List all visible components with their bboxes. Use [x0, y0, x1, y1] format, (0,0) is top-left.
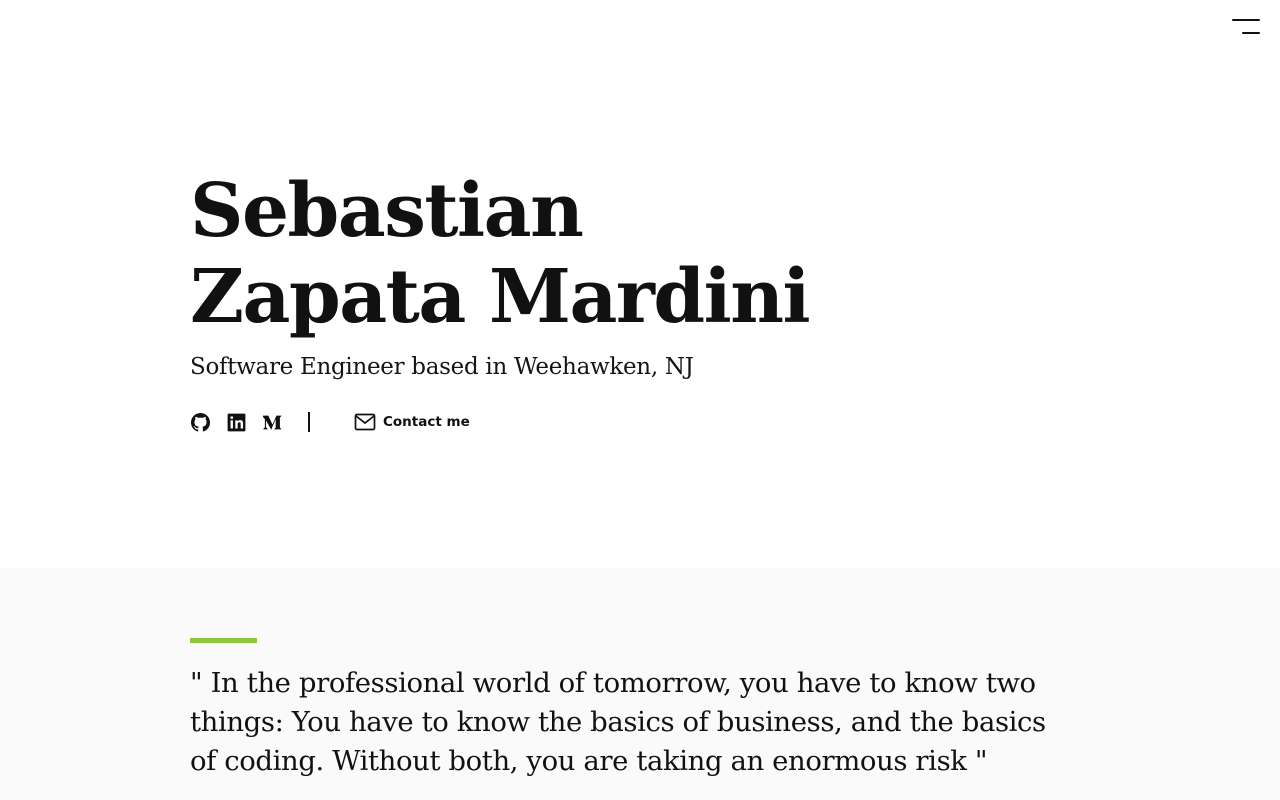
- quote-accent-line: [190, 638, 257, 643]
- social-links: Contact me: [190, 410, 1090, 434]
- contact-me-link[interactable]: Contact me: [354, 412, 470, 432]
- envelope-icon: [354, 413, 376, 431]
- social-divider: [308, 412, 310, 432]
- menu-button[interactable]: [1230, 14, 1262, 40]
- medium-icon[interactable]: [262, 412, 282, 432]
- menu-icon-top-bar: [1232, 19, 1260, 21]
- quote-section: " In the professional world of tomorrow,…: [0, 568, 1280, 800]
- menu-icon-bottom-bar: [1242, 32, 1260, 34]
- name-line-1: Sebastian: [190, 168, 584, 254]
- github-icon[interactable]: [190, 412, 210, 432]
- tagline: Software Engineer based in Weehawken, NJ: [190, 354, 694, 380]
- contact-me-label: Contact me: [383, 414, 470, 430]
- page-title: Sebastian Zapata Mardini: [190, 168, 1090, 340]
- name-line-2: Zapata Mardini: [190, 254, 811, 340]
- quote-text: " In the professional world of tomorrow,…: [190, 667, 1046, 777]
- linkedin-icon[interactable]: [226, 412, 246, 432]
- hero-section: Sebastian Zapata Mardini Software Engine…: [190, 168, 1090, 434]
